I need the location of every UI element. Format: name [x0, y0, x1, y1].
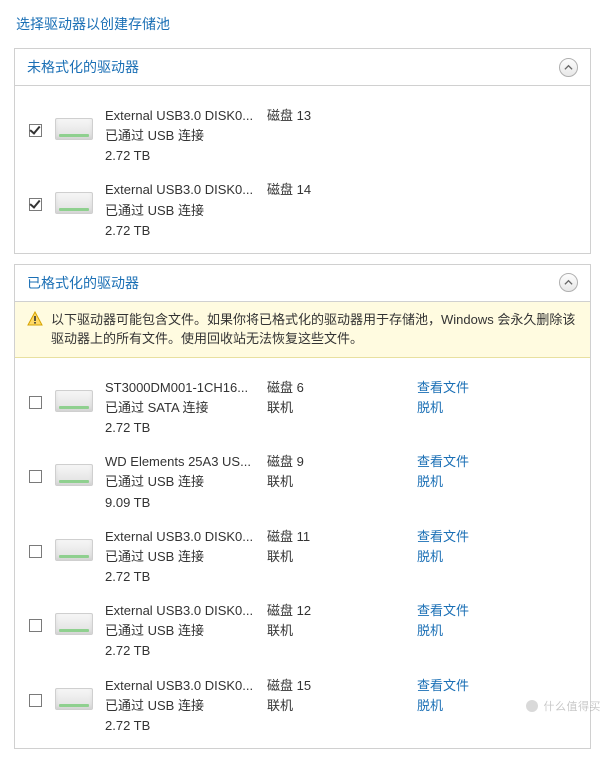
chevron-up-icon [564, 63, 573, 72]
drive-list-formatted: ST3000DM001-1CH16... 已通过 SATA 连接 2.72 TB… [15, 358, 590, 748]
panel-header-formatted[interactable]: 已格式化的驱动器 [15, 265, 590, 302]
hdd-icon [53, 180, 95, 214]
drive-list-unformatted: External USB3.0 DISK0... 已通过 USB 连接 2.72… [15, 86, 590, 253]
drive-disk-number: 磁盘 12 [267, 601, 323, 621]
drive-checkbox[interactable] [29, 198, 42, 211]
view-files-link[interactable]: 查看文件 [417, 601, 477, 621]
panel-unformatted: 未格式化的驱动器 External USB3.0 DISK0... 已通过 US… [14, 48, 591, 254]
drive-name: WD Elements 25A3 US... [105, 452, 255, 472]
drive-size: 2.72 TB [105, 641, 255, 661]
drive-name: ST3000DM001-1CH16... [105, 378, 255, 398]
drive-size: 2.72 TB [105, 418, 255, 438]
drive-connection: 已通过 USB 连接 [105, 547, 255, 567]
drive-row: External USB3.0 DISK0... 已通过 USB 连接 2.72… [27, 100, 578, 174]
drive-disk-number: 磁盘 14 [267, 180, 323, 200]
offline-link[interactable]: 脱机 [417, 547, 477, 567]
drive-disk-number: 磁盘 9 [267, 452, 323, 472]
view-files-link[interactable]: 查看文件 [417, 378, 477, 398]
drive-status: 联机 [267, 621, 323, 641]
watermark-text: 什么值得买 [544, 698, 602, 714]
panel-formatted: 已格式化的驱动器 以下驱动器可能包含文件。如果你将已格式化的驱动器用于存储池，W… [14, 264, 591, 749]
drive-checkbox[interactable] [29, 545, 42, 558]
drive-connection: 已通过 SATA 连接 [105, 398, 255, 418]
drive-checkbox[interactable] [29, 396, 42, 409]
drive-size: 9.09 TB [105, 493, 255, 513]
drive-connection: 已通过 USB 连接 [105, 696, 255, 716]
hdd-icon [53, 106, 95, 140]
drive-row: External USB3.0 DISK0... 已通过 USB 连接 2.72… [27, 174, 578, 250]
drive-row: External USB3.0 DISK0... 已通过 USB 连接 2.72… [27, 595, 578, 669]
offline-link[interactable]: 脱机 [417, 472, 477, 492]
watermark: 什么值得买 [526, 698, 602, 714]
collapse-button[interactable] [559, 58, 578, 77]
drive-checkbox[interactable] [29, 470, 42, 483]
chevron-up-icon [564, 278, 573, 287]
panel-title-formatted: 已格式化的驱动器 [27, 273, 139, 293]
view-files-link[interactable]: 查看文件 [417, 676, 477, 696]
drive-connection: 已通过 USB 连接 [105, 472, 255, 492]
offline-link[interactable]: 脱机 [417, 398, 477, 418]
drive-connection: 已通过 USB 连接 [105, 201, 255, 221]
warning-bar: 以下驱动器可能包含文件。如果你将已格式化的驱动器用于存储池，Windows 会永… [15, 302, 590, 358]
drive-size: 2.72 TB [105, 716, 255, 736]
drive-status: 联机 [267, 696, 323, 716]
drive-checkbox[interactable] [29, 619, 42, 632]
drive-status: 联机 [267, 472, 323, 492]
drive-disk-number: 磁盘 13 [267, 106, 323, 126]
collapse-button[interactable] [559, 273, 578, 292]
drive-disk-number: 磁盘 15 [267, 676, 323, 696]
page-title: 选择驱动器以创建存储池 [0, 10, 605, 48]
drive-name: External USB3.0 DISK0... [105, 676, 255, 696]
hdd-icon [53, 527, 95, 561]
hdd-icon [53, 601, 95, 635]
warning-text: 以下驱动器可能包含文件。如果你将已格式化的驱动器用于存储池，Windows 会永… [51, 310, 578, 349]
warning-icon [27, 311, 43, 327]
drive-checkbox[interactable] [29, 124, 42, 137]
panel-header-unformatted[interactable]: 未格式化的驱动器 [15, 49, 590, 86]
drive-status: 联机 [267, 547, 323, 567]
drive-disk-number: 磁盘 11 [267, 527, 323, 547]
panel-title-unformatted: 未格式化的驱动器 [27, 57, 139, 77]
drive-checkbox[interactable] [29, 694, 42, 707]
drive-row: External USB3.0 DISK0... 已通过 USB 连接 2.72… [27, 670, 578, 746]
drive-connection: 已通过 USB 连接 [105, 126, 255, 146]
drive-size: 2.72 TB [105, 146, 255, 166]
view-files-link[interactable]: 查看文件 [417, 452, 477, 472]
drive-name: External USB3.0 DISK0... [105, 601, 255, 621]
view-files-link[interactable]: 查看文件 [417, 527, 477, 547]
drive-row: WD Elements 25A3 US... 已通过 USB 连接 9.09 T… [27, 446, 578, 520]
drive-size: 2.72 TB [105, 567, 255, 587]
drive-row: ST3000DM001-1CH16... 已通过 SATA 连接 2.72 TB… [27, 372, 578, 446]
drive-connection: 已通过 USB 连接 [105, 621, 255, 641]
drive-name: External USB3.0 DISK0... [105, 106, 255, 126]
drive-status: 联机 [267, 398, 323, 418]
drive-name: External USB3.0 DISK0... [105, 527, 255, 547]
drive-disk-number: 磁盘 6 [267, 378, 323, 398]
drive-row: External USB3.0 DISK0... 已通过 USB 连接 2.72… [27, 521, 578, 595]
drive-name: External USB3.0 DISK0... [105, 180, 255, 200]
hdd-icon [53, 452, 95, 486]
offline-link[interactable]: 脱机 [417, 696, 477, 716]
drive-size: 2.72 TB [105, 221, 255, 241]
hdd-icon [53, 676, 95, 710]
hdd-icon [53, 378, 95, 412]
offline-link[interactable]: 脱机 [417, 621, 477, 641]
